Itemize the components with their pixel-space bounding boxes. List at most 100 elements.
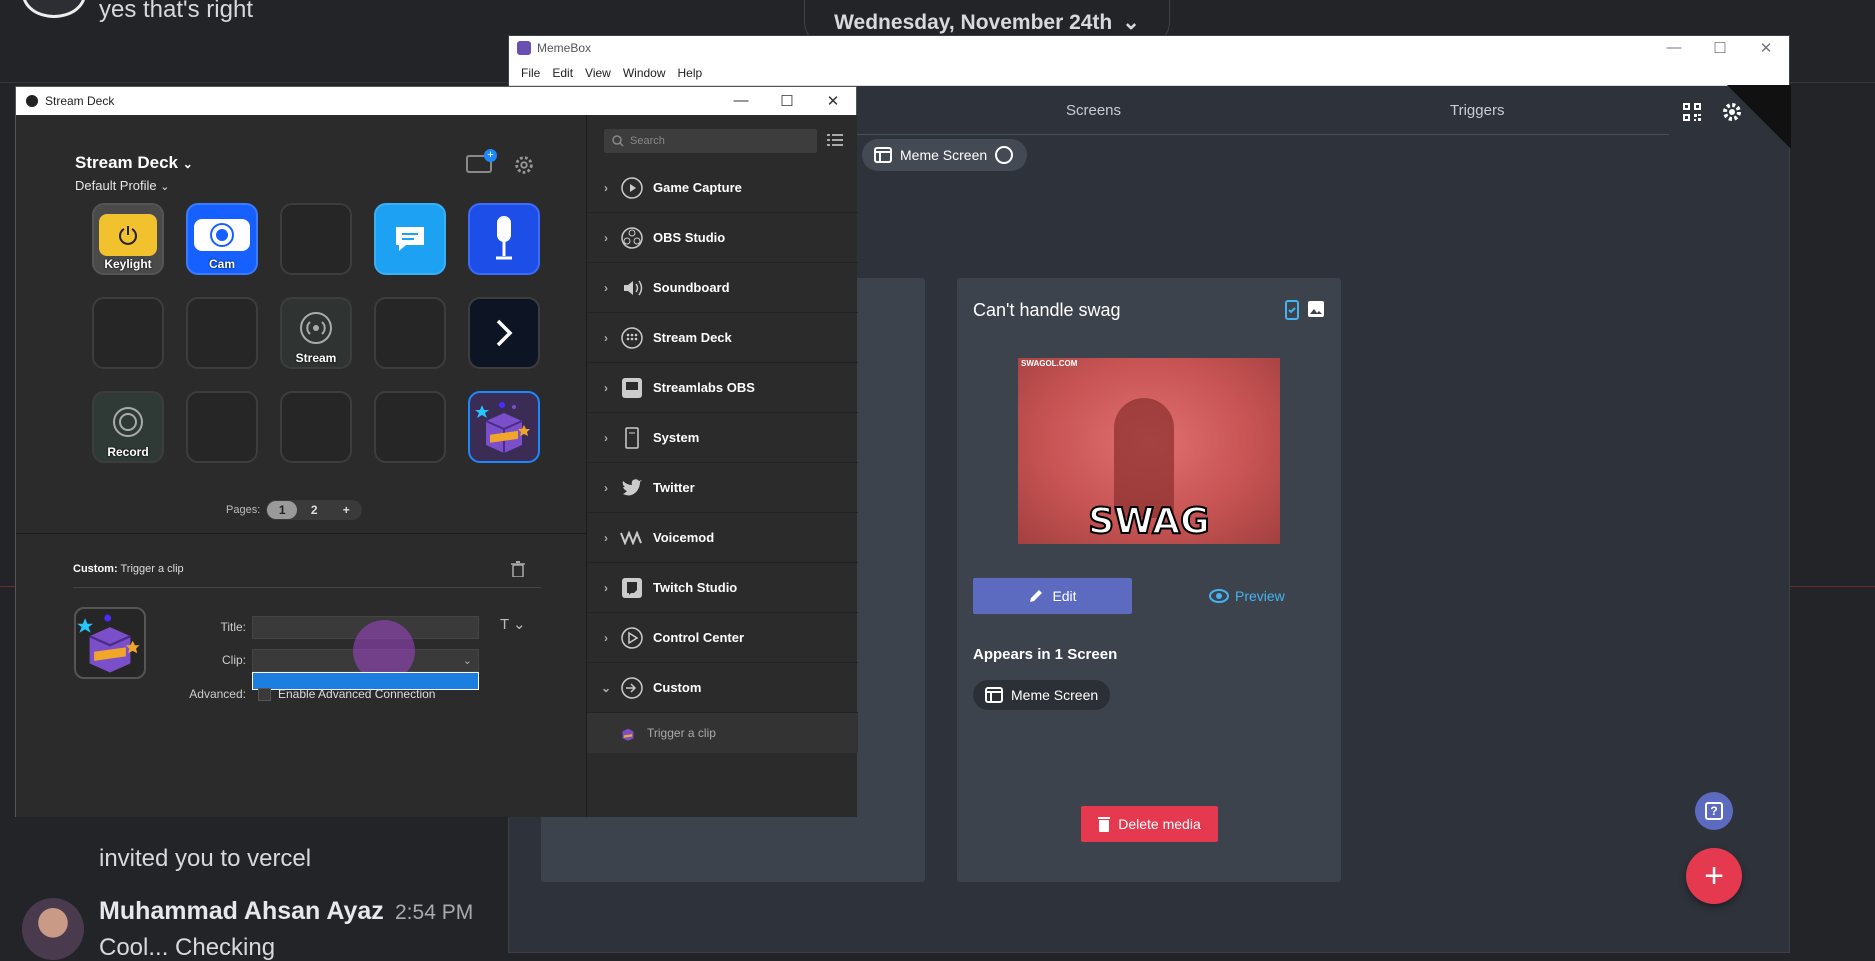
category-streamlabs-obs[interactable]: › Streamlabs OBS — [587, 363, 858, 413]
chat-icon — [396, 227, 424, 251]
gear-icon[interactable] — [513, 154, 535, 176]
key-next-page[interactable] — [468, 297, 540, 369]
window-titlebar[interactable]: MemeBox — ☐ ✕ — [509, 36, 1789, 60]
streamlabs-icon — [619, 375, 645, 401]
key-empty[interactable] — [186, 391, 258, 463]
minimize-button[interactable]: — — [718, 92, 764, 110]
key-empty[interactable] — [374, 391, 446, 463]
chevron-right-icon: › — [604, 480, 608, 495]
help-button[interactable]: ? — [1695, 792, 1733, 830]
key-label: Cam — [208, 257, 235, 271]
chat-message: invited you to vercel — [99, 845, 312, 872]
media-preview-image[interactable]: SWAGOL.COM SWAG — [1018, 358, 1280, 544]
advanced-connection-checkbox[interactable] — [258, 688, 271, 701]
category-stream-deck[interactable]: › Stream Deck — [587, 313, 858, 363]
key-memebox[interactable] — [468, 391, 540, 463]
toggle-ring-icon[interactable] — [995, 146, 1014, 164]
key-empty[interactable] — [280, 203, 352, 275]
twitch-icon — [619, 575, 645, 601]
key-empty[interactable] — [92, 297, 164, 369]
add-media-button[interactable]: + — [1686, 848, 1742, 904]
message-author[interactable]: Muhammad Ahsan Ayaz — [99, 897, 384, 926]
chevron-down-icon: ⌄ — [1122, 11, 1140, 34]
profile-selector[interactable]: Default Profile ⌄ — [75, 178, 170, 193]
key-empty[interactable] — [280, 391, 352, 463]
list-view-icon[interactable] — [827, 133, 843, 147]
pages-label: Pages: — [226, 504, 261, 516]
add-page-button[interactable]: + — [331, 501, 361, 519]
key-chat[interactable] — [374, 203, 446, 275]
close-button[interactable]: ✕ — [1743, 39, 1789, 57]
github-corner-ribbon[interactable] — [1727, 85, 1791, 149]
key-empty[interactable] — [186, 297, 258, 369]
control-center-icon — [619, 625, 645, 651]
screen-icon — [874, 147, 892, 163]
device-selector[interactable]: Stream Deck ⌄ — [75, 153, 193, 173]
category-twitch-studio[interactable]: › Twitch Studio — [587, 563, 858, 613]
chevron-right-icon: › — [604, 380, 608, 395]
chat-message: Cool... Checking — [99, 934, 276, 961]
page-2-button[interactable]: 2 — [299, 501, 329, 519]
search-input[interactable]: Search — [604, 129, 817, 153]
menu-view[interactable]: View — [579, 66, 617, 80]
key-preview[interactable] — [74, 607, 146, 679]
window-titlebar[interactable]: Stream Deck — ☐ ✕ — [16, 87, 856, 115]
system-icon — [619, 425, 645, 451]
screen-chip-label: Meme Screen — [900, 147, 988, 163]
broadcast-icon — [300, 312, 332, 344]
minimize-button[interactable]: — — [1651, 39, 1697, 57]
chevron-right-icon: › — [604, 230, 608, 245]
qr-code-icon[interactable] — [1679, 100, 1705, 124]
pencil-icon — [1030, 590, 1043, 602]
key-keylight[interactable]: Keylight — [92, 203, 164, 275]
menu-window[interactable]: Window — [617, 66, 672, 80]
key-label: Stream — [295, 351, 337, 365]
obs-icon — [619, 225, 645, 251]
category-soundboard[interactable]: › Soundboard — [587, 263, 858, 313]
screen-icon — [985, 687, 1003, 703]
category-twitter[interactable]: › Twitter — [587, 463, 858, 513]
page-1-button[interactable]: 1 — [267, 501, 298, 519]
category-label: Control Center — [653, 630, 744, 645]
memebox-icon — [475, 402, 530, 453]
preview-button[interactable]: Preview — [1209, 578, 1285, 614]
category-system[interactable]: › System — [587, 413, 858, 463]
screen-chip[interactable]: Meme Screen — [862, 139, 1028, 171]
window-title: MemeBox — [537, 41, 592, 55]
key-stream[interactable]: Stream — [280, 297, 352, 369]
category-label: Game Capture — [653, 180, 742, 195]
voicemod-icon — [619, 525, 645, 551]
preview-label: Preview — [1235, 588, 1285, 604]
menu-help[interactable]: Help — [672, 66, 709, 80]
edit-button[interactable]: Edit — [973, 578, 1132, 614]
tab-triggers[interactable]: Triggers — [1450, 102, 1504, 119]
delete-media-button[interactable]: Delete media — [1081, 806, 1218, 842]
key-cam[interactable]: Cam — [186, 203, 258, 275]
maximize-button[interactable]: ☐ — [1697, 39, 1743, 57]
category-obs-studio[interactable]: › OBS Studio — [587, 213, 858, 263]
image-watermark: SWAGOL.COM — [1021, 359, 1078, 368]
twitter-icon — [619, 475, 645, 501]
category-control-center[interactable]: › Control Center — [587, 613, 858, 663]
menu-edit[interactable]: Edit — [546, 66, 579, 80]
tab-screens[interactable]: Screens — [1066, 102, 1121, 119]
date-label: Wednesday, November 24th — [834, 10, 1113, 34]
action-trigger-clip[interactable]: Trigger a clip — [587, 713, 858, 753]
text-format-icon[interactable]: T ⌄ — [500, 615, 526, 633]
maximize-button[interactable]: ☐ — [764, 92, 810, 110]
window-title: Stream Deck — [45, 94, 115, 108]
category-custom[interactable]: ⌄ Custom — [587, 663, 858, 713]
key-empty[interactable] — [374, 297, 446, 369]
avatar[interactable] — [22, 898, 84, 960]
category-game-capture[interactable]: › Game Capture — [587, 163, 858, 213]
key-record[interactable]: Record — [92, 391, 164, 463]
menu-file[interactable]: File — [515, 66, 546, 80]
close-button[interactable]: ✕ — [810, 92, 856, 110]
key-microphone[interactable] — [468, 203, 540, 275]
trash-icon[interactable] — [511, 561, 525, 577]
screen-chip[interactable]: Meme Screen — [973, 680, 1111, 710]
add-badge-icon: + — [484, 149, 497, 162]
chevron-right-icon: › — [604, 180, 608, 195]
category-voicemod[interactable]: › Voicemod — [587, 513, 858, 563]
avatar[interactable] — [22, 0, 86, 18]
